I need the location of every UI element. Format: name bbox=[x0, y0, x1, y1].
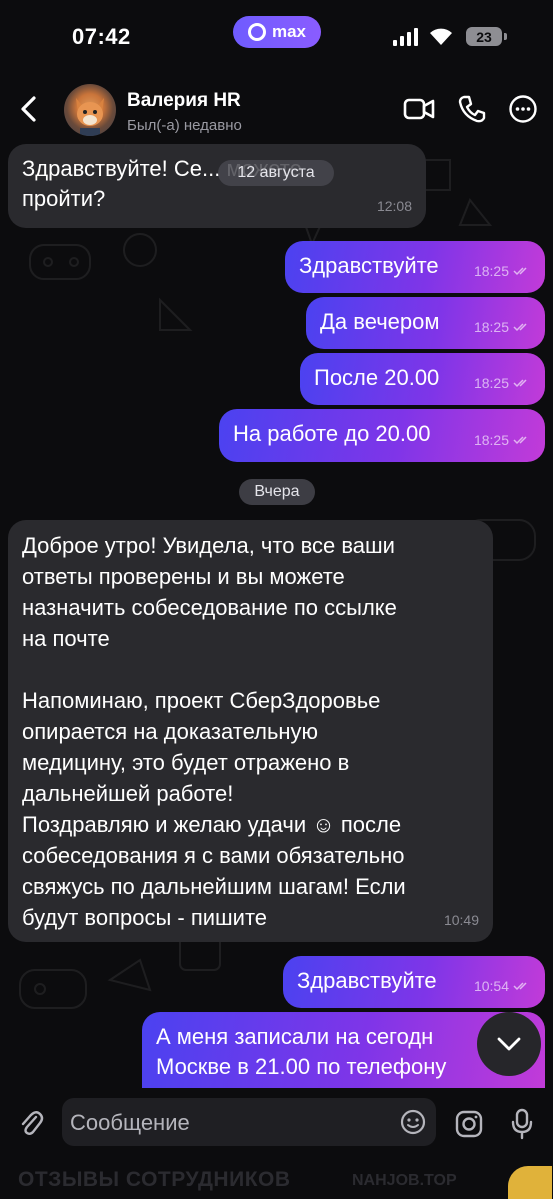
camera-icon[interactable] bbox=[455, 1110, 483, 1138]
outgoing-message[interactable]: Здравствуйте 10:54 bbox=[283, 956, 545, 1008]
max-logo-icon bbox=[247, 23, 266, 41]
outgoing-message[interactable]: Да вечером 18:25 bbox=[306, 297, 545, 349]
message-text: На работе до 20.00 bbox=[233, 421, 431, 446]
message-text: А меня записали на сегодн Москве в 21.00… bbox=[156, 1024, 447, 1079]
date-label: Вчера bbox=[254, 483, 300, 500]
contact-last-seen: Был(-а) недавно bbox=[127, 117, 242, 134]
contact-avatar[interactable] bbox=[64, 84, 116, 136]
scroll-to-bottom-button[interactable] bbox=[477, 1012, 541, 1076]
chevron-down-icon bbox=[497, 1037, 521, 1051]
message-text: Доброе утро! Увидела, что все ваши ответ… bbox=[22, 533, 406, 930]
back-arrow-icon[interactable] bbox=[14, 92, 44, 126]
message-text: Здравствуйте bbox=[299, 253, 439, 278]
contact-name[interactable]: Валерия HR bbox=[127, 90, 241, 112]
emoji-icon[interactable] bbox=[400, 1109, 426, 1135]
date-label: 12 августа bbox=[237, 164, 315, 181]
message-composer: Сообщение ОТЗЫВЫ СОТРУДНИКОВ NAHJOB.TOP bbox=[0, 1088, 553, 1199]
message-text: После 20.00 bbox=[314, 365, 440, 390]
read-checkmarks-icon bbox=[513, 379, 527, 388]
message-time: 18:25 bbox=[473, 319, 509, 335]
message-text: Да вечером bbox=[320, 309, 440, 334]
chat-header: Валерия HR Был(-а) недавно bbox=[0, 76, 553, 144]
incoming-message[interactable]: Здравствуйте! Се... можете пройти? 12:08 bbox=[8, 144, 426, 228]
message-time: 12:08 bbox=[376, 198, 412, 214]
message-input-placeholder: Сообщение bbox=[70, 1110, 190, 1135]
read-checkmarks-icon bbox=[513, 323, 527, 332]
fox-avatar-icon bbox=[76, 98, 104, 136]
message-time: 18:25 bbox=[473, 432, 509, 448]
message-input[interactable]: Сообщение bbox=[62, 1098, 436, 1146]
message-time: 18:25 bbox=[473, 375, 509, 391]
outgoing-message[interactable]: На работе до 20.00 18:25 bbox=[219, 409, 545, 462]
message-time: 18:25 bbox=[473, 263, 509, 279]
phone-call-icon[interactable] bbox=[457, 94, 487, 124]
status-bar: 07:42 max 23 bbox=[0, 0, 553, 72]
read-checkmarks-icon bbox=[513, 267, 527, 276]
max-app-label: max bbox=[271, 22, 307, 41]
battery-icon: 23 bbox=[466, 27, 502, 46]
read-checkmarks-icon bbox=[513, 436, 527, 445]
watermark-emoji-badge bbox=[508, 1166, 552, 1199]
message-time: 10:49 bbox=[443, 912, 479, 928]
max-app-badge[interactable]: max bbox=[233, 16, 321, 48]
outgoing-message[interactable]: Здравствуйте 18:25 bbox=[285, 241, 545, 293]
battery-level: 23 bbox=[476, 28, 492, 45]
read-checkmarks-icon bbox=[513, 982, 527, 991]
attachment-paperclip-icon[interactable] bbox=[18, 1108, 44, 1138]
date-separator-yesterday: Вчера bbox=[239, 479, 315, 505]
wifi-icon bbox=[430, 28, 452, 45]
date-separator-top: 12 августа bbox=[218, 160, 334, 186]
battery-tip bbox=[504, 33, 507, 40]
microphone-icon[interactable] bbox=[511, 1108, 533, 1140]
cellular-signal-icon bbox=[393, 28, 418, 46]
clock: 07:42 bbox=[72, 24, 131, 49]
more-options-icon[interactable] bbox=[508, 94, 538, 124]
message-text: Здравствуйте bbox=[297, 968, 437, 993]
watermark-right: NAHJOB.TOP bbox=[352, 1172, 457, 1189]
watermark-left: ОТЗЫВЫ СОТРУДНИКОВ bbox=[18, 1168, 291, 1191]
video-call-icon[interactable] bbox=[403, 94, 435, 124]
message-time: 10:54 bbox=[473, 978, 509, 994]
outgoing-message[interactable]: После 20.00 18:25 bbox=[300, 353, 545, 405]
incoming-message[interactable]: Доброе утро! Увидела, что все ваши ответ… bbox=[8, 520, 493, 942]
